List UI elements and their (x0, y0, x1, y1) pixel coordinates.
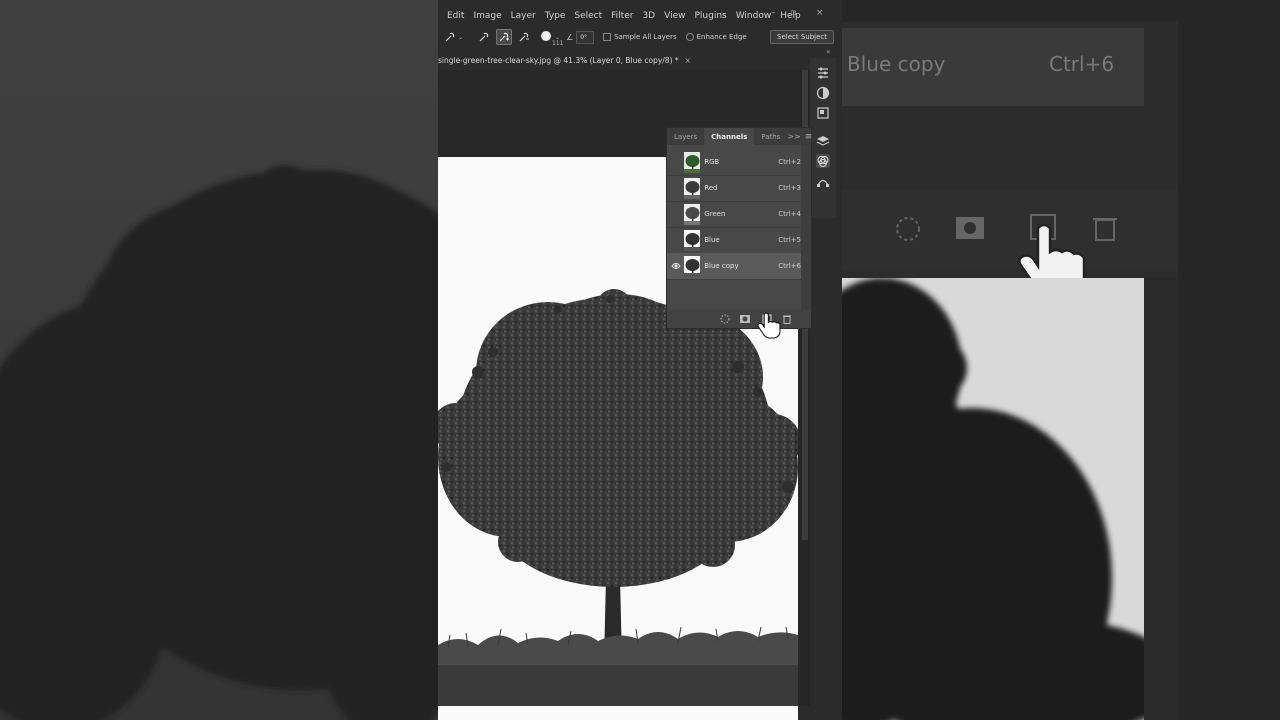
menu-image[interactable]: Image (473, 11, 501, 21)
menu-view[interactable]: View (664, 11, 685, 21)
channels-footer (667, 310, 811, 328)
channel-name: Blue copy (704, 262, 739, 270)
angle-field[interactable]: 0° (576, 30, 595, 44)
visibility-toggle[interactable] (667, 175, 684, 201)
enhance-edge-label: Enhance Edge (696, 33, 747, 41)
channel-name: Red (704, 184, 718, 192)
minimize-button[interactable]: – (771, 8, 776, 18)
panel-tabs: Layers Channels Paths >> ≡ (667, 128, 813, 145)
tool-preset-chevron-icon[interactable]: ⌄ (458, 34, 463, 41)
channel-name: Blue (704, 236, 720, 244)
channel-thumbnail (684, 203, 701, 225)
angle-icon: ∠ (566, 32, 574, 42)
menu-filter[interactable]: Filter (611, 11, 633, 21)
select-subject-button[interactable]: Select Subject (770, 30, 834, 44)
blurred-tree-right (842, 278, 1182, 720)
menu-type[interactable]: Type (545, 11, 566, 21)
zoom-dark-column (1178, 0, 1280, 720)
channels-panel: Layers Channels Paths >> ≡ RGB Ctrl+2 Re… (666, 127, 812, 329)
eye-icon (670, 263, 681, 269)
menu-bar: Edit Image Layer Type Select Filter 3D V… (438, 6, 842, 26)
close-document-icon[interactable]: × (685, 56, 691, 65)
zoom-panel-footer (842, 190, 1178, 300)
save-selection-as-channel-icon[interactable] (739, 313, 751, 325)
panel-dock (810, 58, 836, 218)
background-zoom-right: Blue copy Ctrl+6 (842, 0, 1280, 720)
zoom-channel-shortcut: Ctrl+6 (1049, 52, 1115, 76)
trash-icon (1093, 218, 1117, 241)
checkbox-box (685, 33, 694, 41)
channel-shortcut: Ctrl+5 (778, 236, 801, 244)
background-blur-left (0, 0, 438, 720)
visibility-toggle[interactable] (667, 149, 684, 175)
document-tab[interactable]: single-green-tree-clear-sky.jpg @ 41.3% … (438, 52, 798, 68)
channel-name: RGB (704, 158, 720, 166)
add-to-selection-brush-icon[interactable] (496, 29, 513, 45)
menu-select[interactable]: Select (574, 11, 602, 21)
enhance-edge-checkbox[interactable]: Enhance Edge (685, 33, 747, 41)
tab-channels[interactable]: Channels (704, 128, 755, 145)
mask-icon (956, 217, 984, 239)
photoshop-window: Edit Image Layer Type Select Filter 3D V… (438, 0, 842, 720)
menu-plugins[interactable]: Plugins (694, 11, 726, 21)
channel-thumbnail (684, 255, 701, 277)
adjustments-icon[interactable] (816, 66, 830, 80)
channel-shortcut: Ctrl+6 (778, 262, 801, 270)
collapse-panels-icon[interactable]: « (826, 48, 830, 56)
menu-edit[interactable]: Edit (447, 11, 464, 21)
channels-icon[interactable] (816, 154, 830, 168)
channel-row-rgb[interactable]: RGB Ctrl+2 (667, 149, 801, 176)
visibility-toggle[interactable] (667, 253, 684, 279)
channel-shortcut: Ctrl+3 (778, 184, 801, 192)
properties-icon[interactable] (816, 106, 830, 120)
channel-row-blue[interactable]: Blue Ctrl+5 (667, 227, 801, 254)
hand-cursor-icon (757, 312, 781, 339)
checkbox-box (603, 33, 612, 41)
brush-preview[interactable] (541, 31, 552, 43)
visibility-toggle[interactable] (667, 227, 684, 253)
channel-thumbnail (684, 229, 701, 251)
zoom-scroll-column (1144, 278, 1178, 720)
channel-row-blue-copy[interactable]: Blue copy Ctrl+6 (667, 253, 801, 280)
channel-shortcut: Ctrl+4 (778, 210, 801, 218)
maximize-button[interactable]: ▫ (790, 8, 796, 18)
menu-layer[interactable]: Layer (511, 11, 536, 21)
blurred-tree-left (0, 165, 438, 720)
channel-row-green[interactable]: Green Ctrl+4 (667, 201, 801, 228)
layers-icon[interactable] (816, 134, 830, 148)
tab-layers[interactable]: Layers (667, 128, 704, 145)
channel-shortcut: Ctrl+2 (778, 158, 801, 166)
canvas-pasteboard (438, 665, 798, 706)
panel-menu-icon[interactable]: ≡ (805, 132, 813, 142)
channel-row-red[interactable]: Red Ctrl+3 (667, 175, 801, 202)
menu-3d[interactable]: 3D (642, 11, 655, 21)
delete-channel-icon[interactable] (781, 313, 793, 325)
options-bar: ⌄ ⌄ ∠ 0° Sample All Layers Enhance Edge … (438, 27, 842, 47)
brush-size-value: 111 (552, 40, 564, 47)
channels-scrollbar[interactable] (801, 145, 811, 310)
new-selection-brush-icon[interactable] (477, 30, 491, 44)
sample-all-layers-checkbox[interactable]: Sample All Layers (603, 33, 677, 41)
channel-thumbnail (684, 177, 701, 199)
channel-name: Green (704, 210, 726, 218)
dotted-circle-icon (896, 217, 920, 241)
zoom-channel-label: Blue copy (847, 52, 946, 76)
color-icon[interactable] (816, 86, 830, 100)
subtract-from-selection-brush-icon[interactable] (517, 30, 531, 44)
zoom-canvas (842, 278, 1182, 720)
channel-thumbnail (684, 151, 701, 173)
tab-paths[interactable]: Paths (754, 128, 787, 145)
brush-dot-icon (541, 31, 552, 41)
load-channel-as-selection-icon[interactable] (719, 313, 731, 325)
document-title: single-green-tree-clear-sky.jpg @ 41.3% … (438, 55, 679, 65)
sample-all-layers-label: Sample All Layers (614, 33, 677, 41)
menu-window[interactable]: Window (736, 11, 772, 21)
visibility-toggle[interactable] (667, 201, 684, 227)
close-window-button[interactable]: × (816, 8, 824, 18)
paths-icon[interactable] (816, 174, 830, 188)
quick-selection-tool-icon[interactable] (443, 30, 457, 44)
expand-tabs-icon[interactable]: >> (787, 132, 800, 141)
